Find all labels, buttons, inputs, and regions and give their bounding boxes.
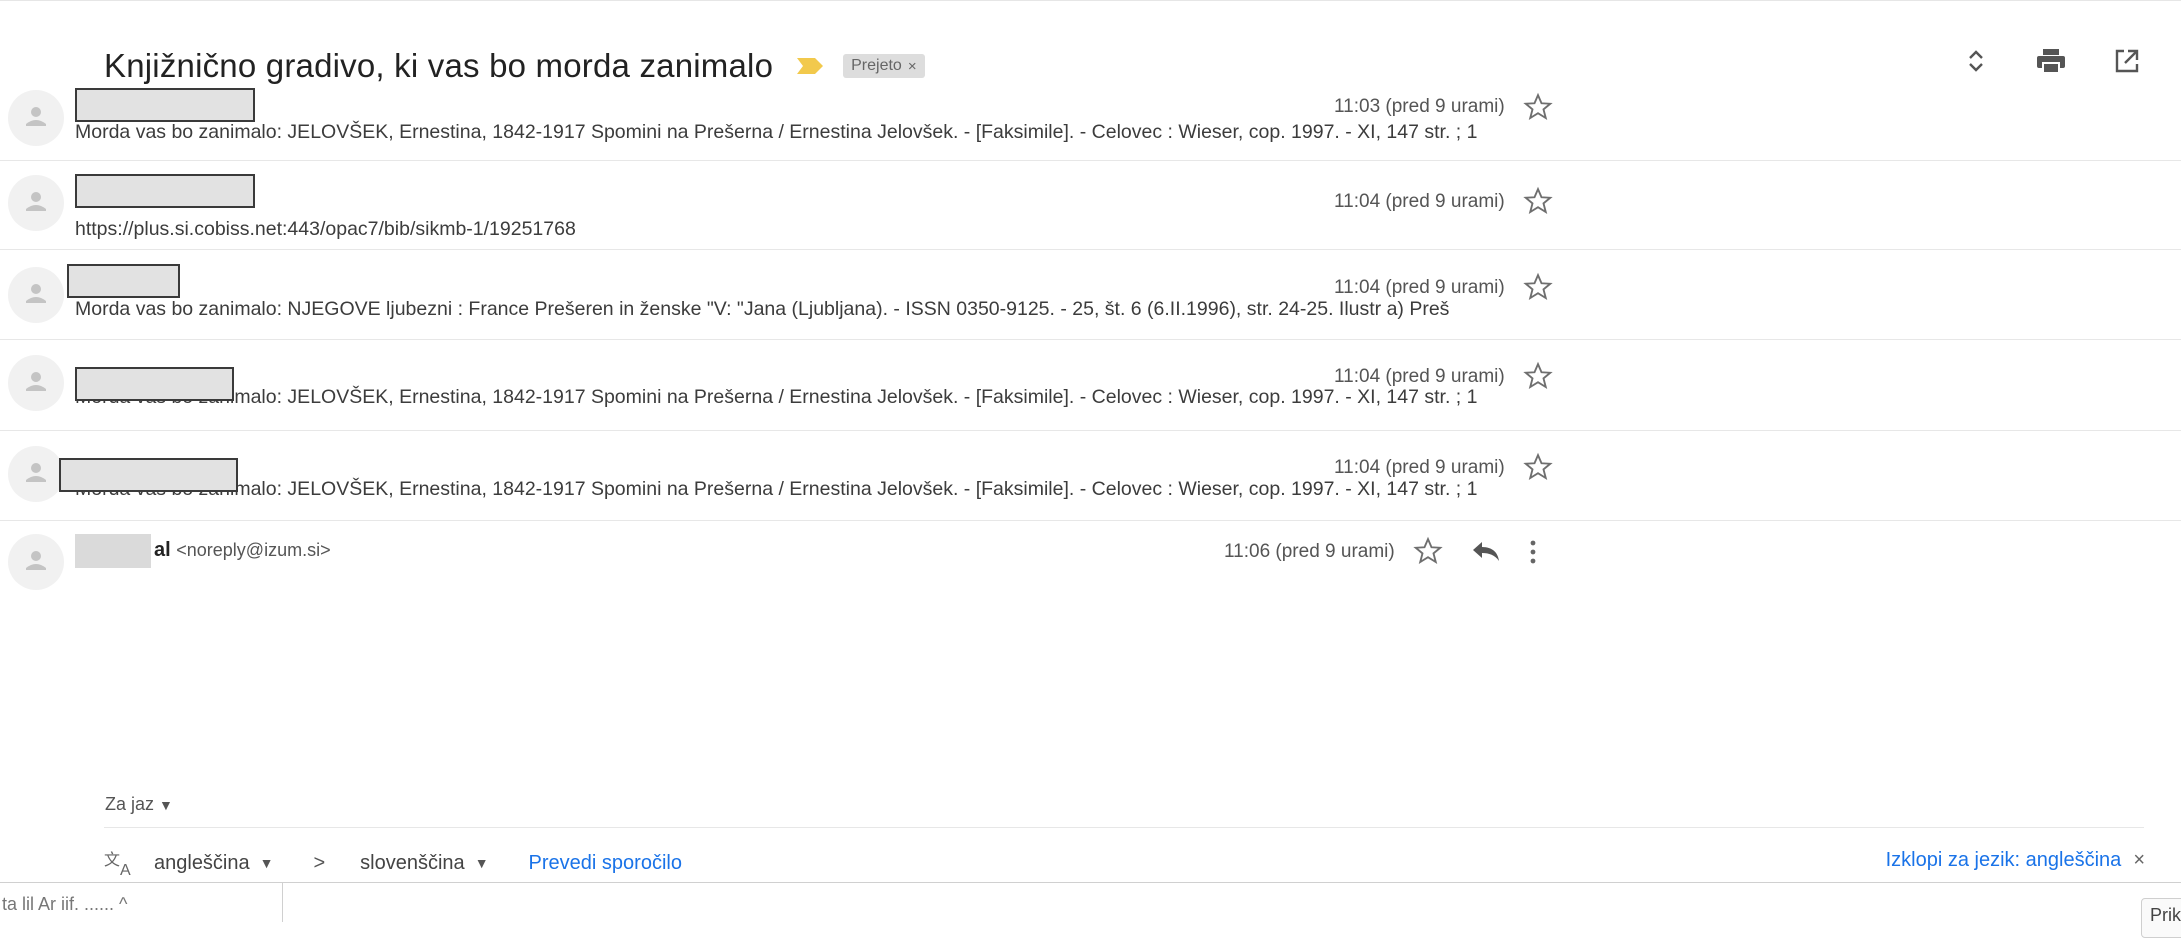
top-divider: [0, 0, 2181, 1]
divider: [0, 882, 2181, 883]
redacted-sender-name: [75, 534, 151, 568]
collapsed-message[interactable]: 11:03 (pred 9 urami) Morda vas bo zanima…: [0, 78, 2181, 161]
message-snippet: Morda vas bo zanimalo: NJEGOVE ljubezni …: [75, 298, 1450, 320]
sender-email: <noreply@izum.si>: [176, 540, 331, 560]
turn-off-translation-link[interactable]: Izklopi za jezik: angleščina: [1886, 849, 2122, 872]
close-icon[interactable]: ×: [2133, 849, 2145, 872]
message-time: 11:04 (pred 9 urami): [1334, 366, 1505, 387]
message-snippet: https://plus.si.cobiss.net:443/opac7/bib…: [75, 218, 576, 240]
translation-bar: 文 A angleščina ▼ > slovenščina ▼ Prevedi…: [104, 838, 682, 888]
translate-message-link[interactable]: Prevedi sporočilo: [529, 852, 682, 875]
star-icon[interactable]: [1523, 92, 1553, 122]
recipient-line[interactable]: Za jaz ▼: [105, 794, 173, 815]
default-avatar-icon: [26, 463, 46, 482]
chevron-down-icon: ▼: [259, 855, 274, 871]
remove-label-icon[interactable]: ×: [908, 58, 917, 75]
chevron-down-icon[interactable]: ▼: [159, 797, 173, 813]
avatar: [8, 267, 64, 323]
attachment-bar-partial: ta lil Ar iif. ...... ^: [2, 894, 128, 914]
source-language-label: angleščina: [154, 851, 250, 874]
target-language-label: slovenščina: [360, 851, 465, 874]
message-time: 11:04 (pred 9 urami): [1334, 191, 1505, 212]
expand-collapse-icon[interactable]: [1963, 47, 1989, 75]
message-snippet: Morda vas bo zanimalo: JELOVŠEK, Ernesti…: [75, 386, 1478, 408]
avatar: [8, 534, 64, 590]
collapsed-message[interactable]: Morda vas bo zanimalo: JELOVŠEK, Ernesti…: [0, 431, 2181, 521]
arrow-right-icon: >: [313, 851, 326, 874]
message-time: 11:04 (pred 9 urami): [1334, 277, 1505, 298]
source-language-select[interactable]: angleščina ▼: [154, 852, 273, 875]
show-button-label: Prika: [2150, 905, 2181, 925]
redacted-sender-name: [59, 458, 238, 492]
redacted-sender-name: [67, 264, 180, 298]
star-icon[interactable]: [1523, 186, 1553, 216]
star-icon[interactable]: [1413, 536, 1443, 566]
svg-text:文: 文: [104, 850, 120, 869]
default-avatar-icon: [26, 107, 46, 126]
star-icon[interactable]: [1523, 361, 1553, 391]
more-options-icon[interactable]: [1528, 538, 1538, 566]
redacted-sender-name: [75, 88, 255, 122]
avatar: [8, 355, 64, 411]
message-snippet: Morda vas bo zanimalo: JELOVŠEK, Ernesti…: [75, 478, 1478, 500]
collapsed-message[interactable]: 11:04 (pred 9 urami) https://plus.si.cob…: [0, 161, 2181, 250]
divider: [104, 827, 2144, 828]
avatar: [8, 175, 64, 231]
print-icon[interactable]: [2035, 47, 2067, 75]
reply-icon[interactable]: [1470, 538, 1502, 564]
show-button-partial[interactable]: Prika: [2141, 898, 2181, 938]
sender-name-visible: al: [154, 539, 171, 561]
avatar: [8, 90, 64, 146]
label-chip-text: Prejeto: [851, 57, 902, 74]
svg-text:A: A: [120, 862, 131, 877]
collapsed-message[interactable]: 11:04 (pred 9 urami) Morda vas bo zanima…: [0, 250, 2181, 340]
redacted-sender-name: [75, 174, 255, 208]
star-icon[interactable]: [1523, 452, 1553, 482]
sender-name[interactable]: al <noreply@izum.si>: [154, 539, 331, 562]
recipient-text: Za jaz: [105, 794, 155, 814]
default-avatar-icon: [26, 551, 46, 570]
default-avatar-icon: [26, 284, 46, 303]
turn-off-translation: Izklopi za jezik: angleščina ×: [1886, 849, 2145, 872]
message-time: 11:03 (pred 9 urami): [1334, 96, 1505, 117]
default-avatar-icon: [26, 192, 46, 211]
message-time: 11:04 (pred 9 urami): [1334, 457, 1505, 478]
avatar: [8, 446, 64, 502]
message-time: 11:06 (pred 9 urami): [1224, 541, 1395, 562]
divider: [282, 882, 283, 922]
chevron-down-icon: ▼: [474, 855, 489, 871]
collapsed-message[interactable]: Morda vas bo zanimalo: JELOVŠEK, Ernesti…: [0, 340, 2181, 431]
open-new-window-icon[interactable]: [2113, 47, 2141, 75]
importance-marker-icon[interactable]: [795, 56, 825, 76]
message-snippet: Morda vas bo zanimalo: JELOVŠEK, Ernesti…: [75, 121, 1478, 143]
thread-toolbar: [1963, 47, 2141, 75]
translate-icon: 文 A: [104, 850, 131, 877]
target-language-select[interactable]: slovenščina ▼: [360, 852, 488, 875]
star-icon[interactable]: [1523, 272, 1553, 302]
label-chip-inbox[interactable]: Prejeto ×: [843, 54, 925, 78]
redacted-sender-name: [75, 367, 234, 401]
default-avatar-icon: [26, 372, 46, 391]
